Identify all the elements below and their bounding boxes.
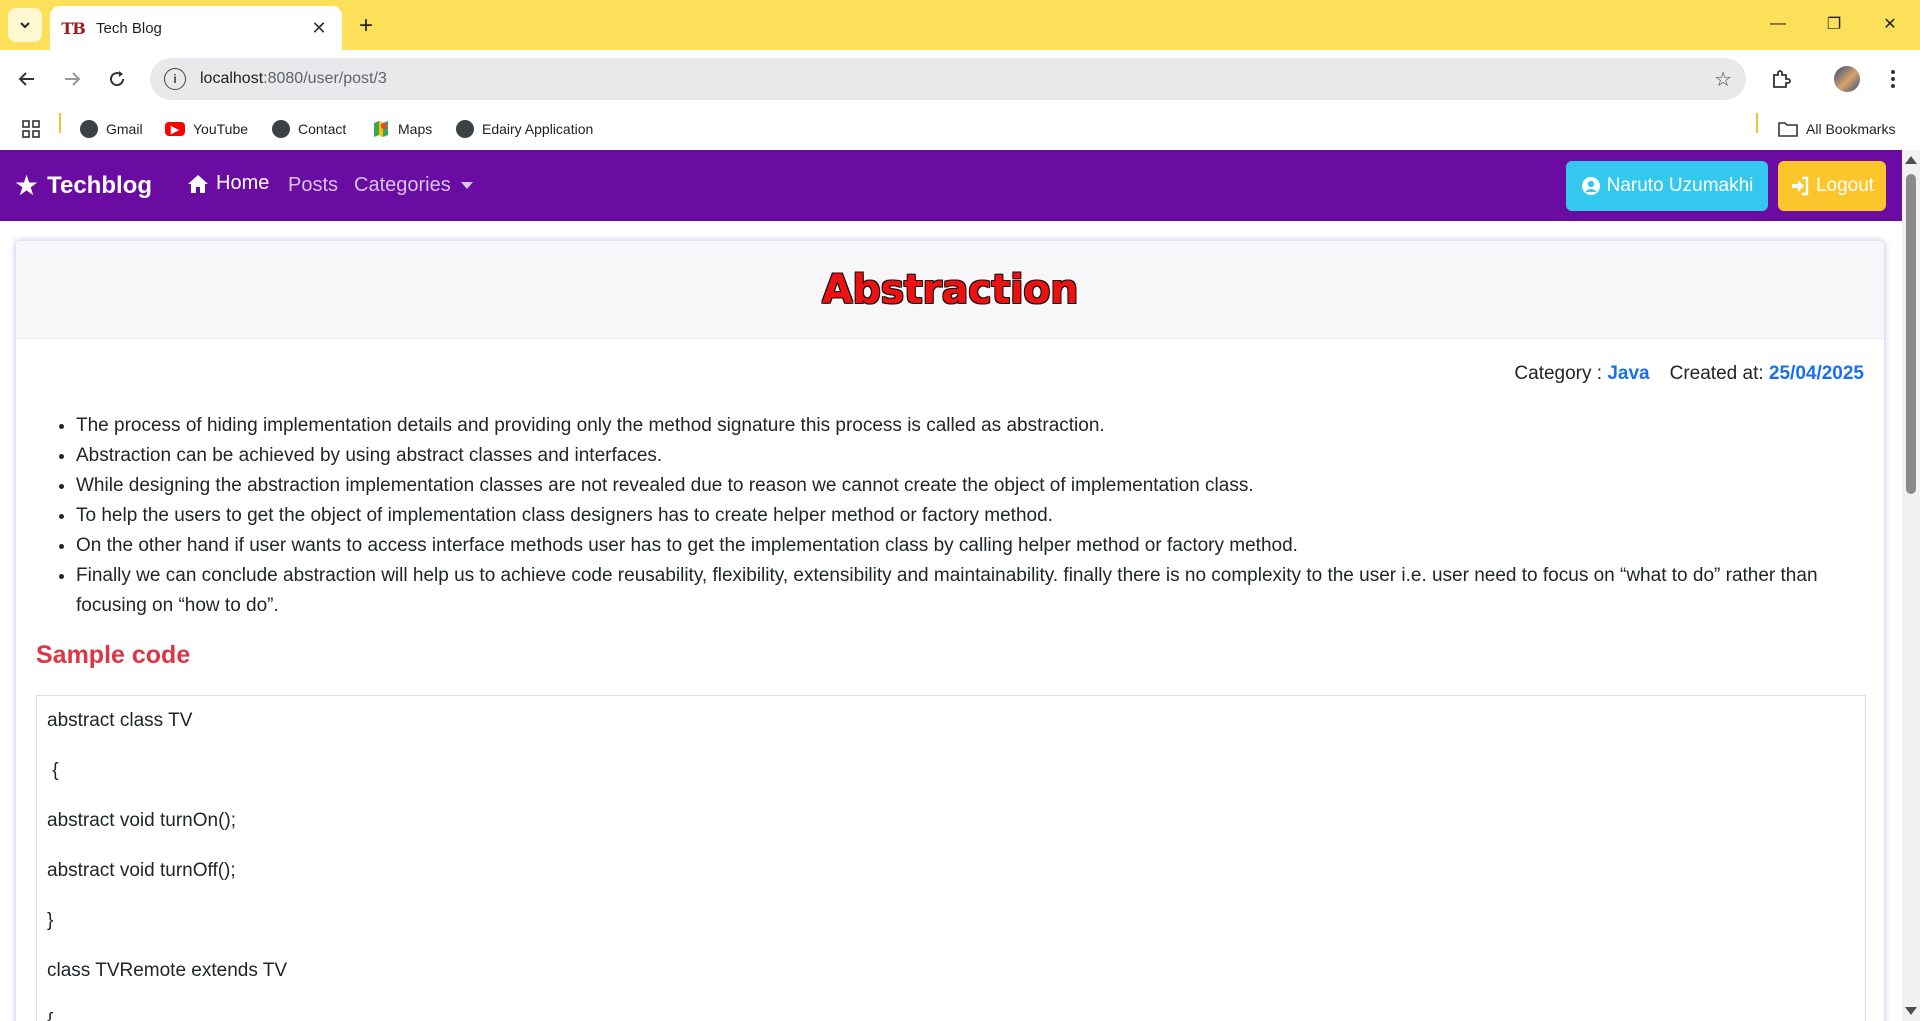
profile-button[interactable] <box>1830 62 1864 96</box>
chevron-down-icon <box>20 22 30 29</box>
home-icon <box>188 174 208 193</box>
scrollbar-thumb[interactable] <box>1906 174 1916 494</box>
bookmarks-separator <box>1756 113 1758 133</box>
bookmarks-separator <box>59 113 61 133</box>
list-item: To help the users to get the object of i… <box>76 501 1866 531</box>
bookmark-label: Edairy Application <box>482 121 594 137</box>
page-viewport: ★ Techblog Home Posts Categories Naruto … <box>0 150 1920 1021</box>
bookmark-edairy-application[interactable]: Edairy Application <box>456 118 593 140</box>
tech-blog-favicon-icon: TB <box>61 18 85 38</box>
created-label: Created at: <box>1669 363 1764 384</box>
all-bookmarks-button[interactable]: All Bookmarks <box>1778 118 1895 140</box>
menu-button[interactable] <box>1876 62 1910 96</box>
reload-button[interactable] <box>100 62 134 96</box>
post-title: Abstraction <box>821 266 1079 313</box>
folder-icon <box>1778 122 1798 137</box>
close-tab-icon[interactable]: ✕ <box>308 17 330 39</box>
browser-tab[interactable]: TB Tech Blog ✕ <box>50 6 342 50</box>
post-meta: Category : Java Created at: 25/04/2025 <box>1514 363 1864 385</box>
post-card-header: Abstraction <box>16 241 1884 339</box>
globe-icon <box>456 120 474 138</box>
code-line: abstract void turnOff(); <box>47 860 236 881</box>
nav-categories-dropdown[interactable]: Categories <box>354 174 473 197</box>
avatar <box>1834 66 1860 92</box>
category-value: Java <box>1607 363 1650 384</box>
nav-categories-label: Categories <box>354 174 451 196</box>
address-bar[interactable]: i localhost:8080/user/post/3 ☆ <box>150 58 1746 100</box>
brand-link[interactable]: ★ Techblog <box>14 169 152 202</box>
list-item: While designing the abstraction implemen… <box>76 471 1866 501</box>
bookmark-gmail[interactable]: Gmail <box>80 118 143 140</box>
url-text: localhost:8080/user/post/3 <box>200 70 387 87</box>
list-item: The process of hiding implementation det… <box>76 411 1866 441</box>
bookmark-contact[interactable]: Contact <box>272 118 346 140</box>
page-scrollbar[interactable] <box>1902 150 1920 1021</box>
apps-button[interactable] <box>22 118 40 140</box>
sample-code-heading: Sample code <box>36 641 191 669</box>
user-button-label: Naruto Uzumakhi <box>1606 175 1754 196</box>
scroll-down-icon[interactable] <box>1905 1007 1917 1015</box>
kebab-menu-icon <box>1891 70 1895 88</box>
brand-label: Techblog <box>47 171 152 199</box>
code-line: abstract class TV <box>47 710 193 731</box>
arrow-right-icon <box>65 72 81 86</box>
bookmark-label: Gmail <box>106 121 143 137</box>
scroll-up-icon[interactable] <box>1905 156 1917 164</box>
reload-icon <box>110 71 125 87</box>
star-icon: ★ <box>14 170 40 201</box>
tab-search-button[interactable] <box>8 8 42 42</box>
code-line: class TVRemote extends TV <box>47 960 288 981</box>
puzzle-icon <box>1773 70 1791 88</box>
sample-code-block: abstract class TV { abstract void turnOn… <box>36 695 1866 1021</box>
globe-icon <box>80 120 98 138</box>
bookmark-star-icon[interactable]: ☆ <box>1714 67 1732 92</box>
browser-toolbar: i localhost:8080/user/post/3 ☆ <box>0 50 1920 108</box>
forward-button[interactable] <box>55 62 89 96</box>
logout-button[interactable]: Logout <box>1778 161 1886 211</box>
created-date: 25/04/2025 <box>1768 363 1864 384</box>
globe-icon <box>272 120 290 138</box>
site-info-icon[interactable]: i <box>164 68 186 90</box>
code-line: { <box>47 1010 54 1021</box>
bookmarks-bar: Gmail ▶ YouTube Contact Maps Edairy Appl… <box>0 108 1920 150</box>
nav-posts-link[interactable]: Posts <box>288 174 338 197</box>
code-line: { <box>47 760 59 781</box>
list-item: Abstraction can be achieved by using abs… <box>76 441 1866 471</box>
nav-home-label: Home <box>216 172 270 194</box>
user-profile-button[interactable]: Naruto Uzumakhi <box>1566 161 1768 211</box>
browser-tab-strip: TB Tech Blog ✕ + — ❐ ✕ <box>0 0 1920 50</box>
post-card: Abstraction Category : Java Created at: … <box>15 240 1885 1021</box>
list-item: Finally we can conclude abstraction will… <box>76 561 1866 621</box>
restore-window-button[interactable]: ❐ <box>1812 6 1856 42</box>
code-line: } <box>47 910 54 931</box>
all-bookmarks-label: All Bookmarks <box>1806 121 1896 137</box>
minimize-window-button[interactable]: — <box>1756 6 1800 42</box>
list-item: On the other hand if user wants to acces… <box>76 531 1866 561</box>
tab-title: Tech Blog <box>96 19 162 37</box>
maps-icon <box>372 120 390 138</box>
site-navbar: ★ Techblog Home Posts Categories Naruto … <box>0 150 1902 221</box>
category-label: Category : <box>1514 363 1603 384</box>
sign-in-icon <box>1791 176 1809 196</box>
caret-down-icon <box>460 182 473 189</box>
new-tab-button[interactable]: + <box>352 12 380 40</box>
nav-home-link[interactable]: Home <box>186 172 269 195</box>
apps-grid-icon <box>22 120 40 138</box>
arrow-left-icon <box>18 72 34 86</box>
user-circle-icon <box>1581 177 1600 195</box>
bookmark-youtube[interactable]: ▶ YouTube <box>165 118 248 140</box>
post-content-list: The process of hiding implementation det… <box>76 411 1866 621</box>
bookmark-label: Maps <box>398 121 433 137</box>
close-window-button[interactable]: ✕ <box>1868 6 1912 42</box>
back-button[interactable] <box>10 62 44 96</box>
bookmark-label: YouTube <box>193 121 249 137</box>
bookmark-label: Contact <box>298 121 347 137</box>
youtube-icon: ▶ <box>165 122 185 136</box>
code-line: abstract void turnOn(); <box>47 810 237 831</box>
logout-button-label: Logout <box>1815 175 1875 196</box>
extensions-button[interactable] <box>1764 62 1798 96</box>
bookmark-maps[interactable]: Maps <box>372 118 432 140</box>
